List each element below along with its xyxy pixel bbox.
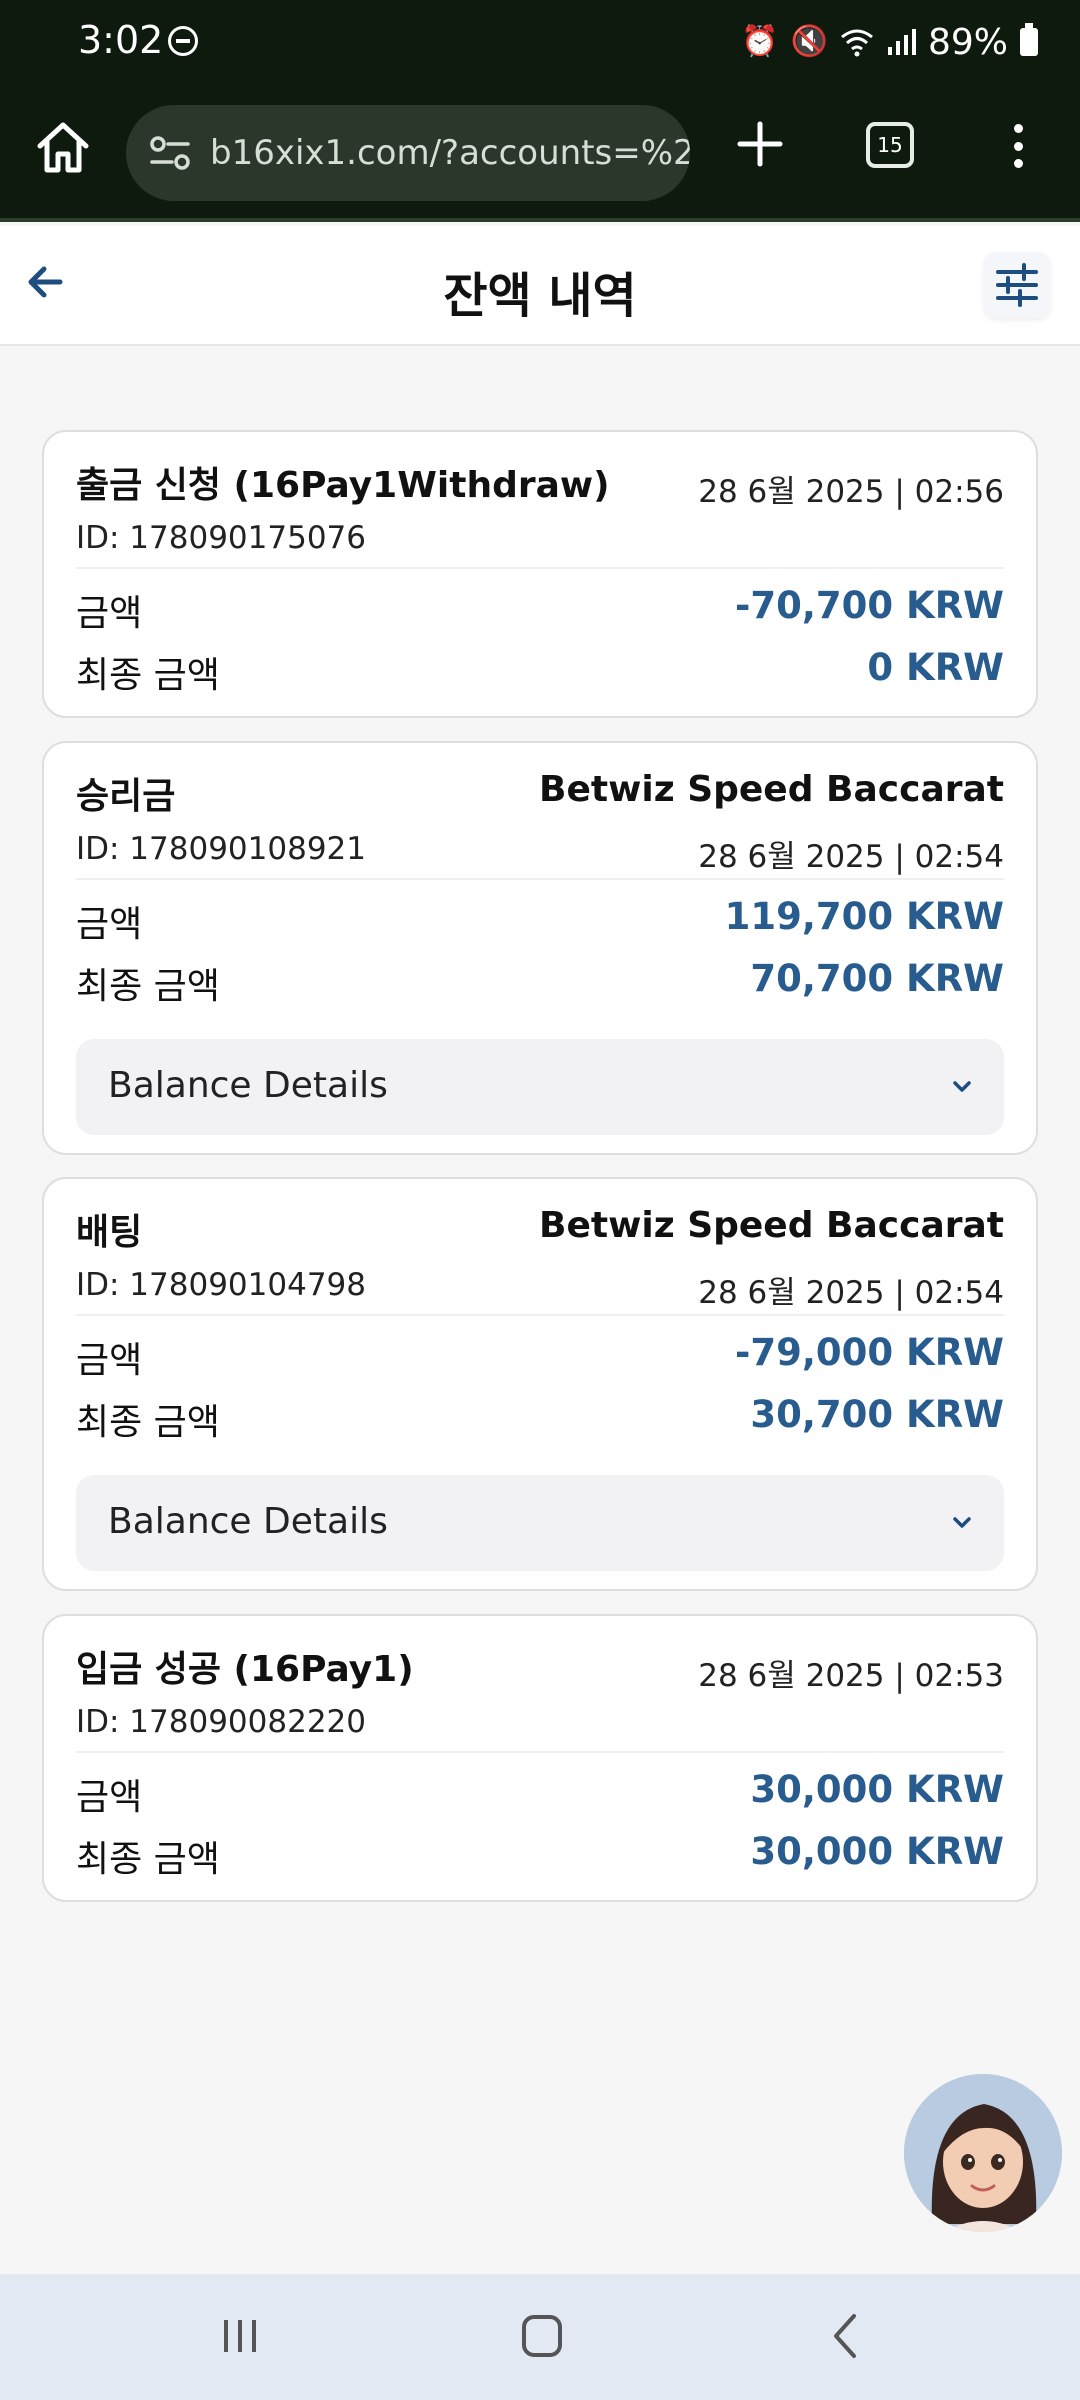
back-nav-icon — [834, 2314, 856, 2358]
browser-toolbar: b16xix1.com/?accounts=%2 15 — [0, 84, 1080, 222]
final-amount-label: 최종 금액 — [76, 966, 220, 1007]
final-amount-value: 0 KRW — [867, 646, 1004, 689]
transaction-datetime: 28 6월 2025 | 02:54 — [698, 1275, 1004, 1311]
amount-label: 금액 — [76, 1340, 143, 1381]
do-not-disturb-icon — [168, 26, 198, 56]
divider — [76, 567, 1004, 569]
transaction-id: ID: 178090108921 — [76, 831, 366, 867]
status-time: 3:02 — [78, 18, 164, 62]
wifi-icon — [841, 29, 873, 57]
transaction-datetime: 28 6월 2025 | 02:56 — [698, 474, 1004, 510]
status-indicators: ⏰ 🔇 89% — [741, 14, 1038, 70]
transaction-id: ID: 178090175076 — [76, 520, 366, 556]
chevron-down-icon — [953, 1081, 971, 1092]
amount-label: 금액 — [76, 1777, 143, 1818]
transaction-id: ID: 178090104798 — [76, 1267, 366, 1303]
game-name: Betwiz Speed Baccarat — [539, 1205, 1004, 1246]
app-header: 잔액 내역 — [0, 226, 1080, 346]
divider — [76, 1314, 1004, 1316]
signal-icon — [887, 29, 916, 55]
balance-details-label: Balance Details — [108, 1065, 388, 1106]
transaction-card[interactable]: 승리금 Betwiz Speed Baccarat ID: 1780901089… — [42, 741, 1038, 1155]
transaction-id: ID: 178090082220 — [76, 1704, 366, 1740]
transaction-card[interactable]: 배팅 Betwiz Speed Baccarat ID: 17809010479… — [42, 1177, 1038, 1591]
final-amount-label: 최종 금액 — [76, 1402, 220, 1443]
home-nav-icon — [522, 2315, 562, 2357]
site-settings-icon[interactable] — [148, 131, 192, 175]
final-amount-value: 30,000 KRW — [750, 1830, 1004, 1873]
page-title: 잔액 내역 — [443, 268, 637, 324]
back-nav-button[interactable] — [806, 2304, 886, 2368]
recent-apps-icon — [224, 2320, 256, 2352]
transaction-datetime: 28 6월 2025 | 02:54 — [698, 839, 1004, 875]
transaction-datetime: 28 6월 2025 | 02:53 — [698, 1658, 1004, 1694]
alarm-icon: ⏰ — [741, 24, 779, 59]
home-icon — [37, 122, 89, 173]
game-name: Betwiz Speed Baccarat — [539, 769, 1004, 810]
browser-menu-button[interactable] — [1000, 116, 1036, 176]
url-text: b16xix1.com/?accounts=%2 — [210, 133, 690, 173]
amount-value: 30,000 KRW — [750, 1768, 1004, 1811]
chevron-down-icon — [953, 1517, 971, 1528]
sliders-icon — [996, 263, 1038, 307]
final-amount-label: 최종 금액 — [76, 1839, 220, 1880]
tab-switcher-button[interactable]: 15 — [866, 122, 914, 168]
amount-label: 금액 — [76, 593, 143, 634]
amount-value: 119,700 KRW — [724, 895, 1004, 938]
balance-details-toggle[interactable]: Balance Details — [76, 1475, 1004, 1571]
address-bar[interactable]: b16xix1.com/?accounts=%2 — [126, 105, 690, 201]
filter-button[interactable] — [984, 252, 1050, 318]
new-tab-button[interactable] — [728, 112, 792, 176]
amount-value: -79,000 KRW — [735, 1331, 1004, 1374]
battery-percent: 89% — [927, 21, 1008, 63]
amount-label: 금액 — [76, 904, 143, 945]
transaction-card[interactable]: 입금 성공 (16Pay1) 28 6월 2025 | 02:53 ID: 17… — [42, 1614, 1038, 1902]
transaction-title: 승리금 — [76, 776, 176, 817]
system-nav-bar — [0, 2274, 1080, 2400]
amount-value: -70,700 KRW — [735, 584, 1004, 627]
plus-icon — [737, 121, 783, 167]
transaction-title: 입금 성공 (16Pay1) — [76, 1649, 414, 1690]
tab-count: 15 — [877, 133, 903, 157]
status-bar: 3:02 ⏰ 🔇 89% — [0, 0, 1080, 84]
battery-icon — [1020, 23, 1038, 56]
more-vert-icon — [1013, 124, 1023, 133]
final-amount-value: 30,700 KRW — [750, 1393, 1004, 1436]
final-amount-label: 최종 금액 — [76, 655, 220, 696]
transaction-title: 배팅 — [76, 1212, 143, 1253]
avatar — [904, 2074, 1062, 2232]
mute-icon: 🔇 — [790, 24, 828, 59]
final-amount-value: 70,700 KRW — [750, 957, 1004, 1000]
assistant-avatar-button[interactable] — [904, 2074, 1062, 2232]
divider — [76, 1751, 1004, 1753]
home-nav-button[interactable] — [502, 2304, 582, 2368]
balance-details-toggle[interactable]: Balance Details — [76, 1039, 1004, 1135]
browser-home-button[interactable] — [30, 114, 96, 180]
balance-details-label: Balance Details — [108, 1501, 388, 1542]
divider — [76, 878, 1004, 880]
transaction-card[interactable]: 출금 신청 (16Pay1Withdraw) 28 6월 2025 | 02:5… — [42, 430, 1038, 718]
recent-apps-button[interactable] — [200, 2304, 280, 2368]
transaction-title: 출금 신청 (16Pay1Withdraw) — [76, 465, 610, 506]
